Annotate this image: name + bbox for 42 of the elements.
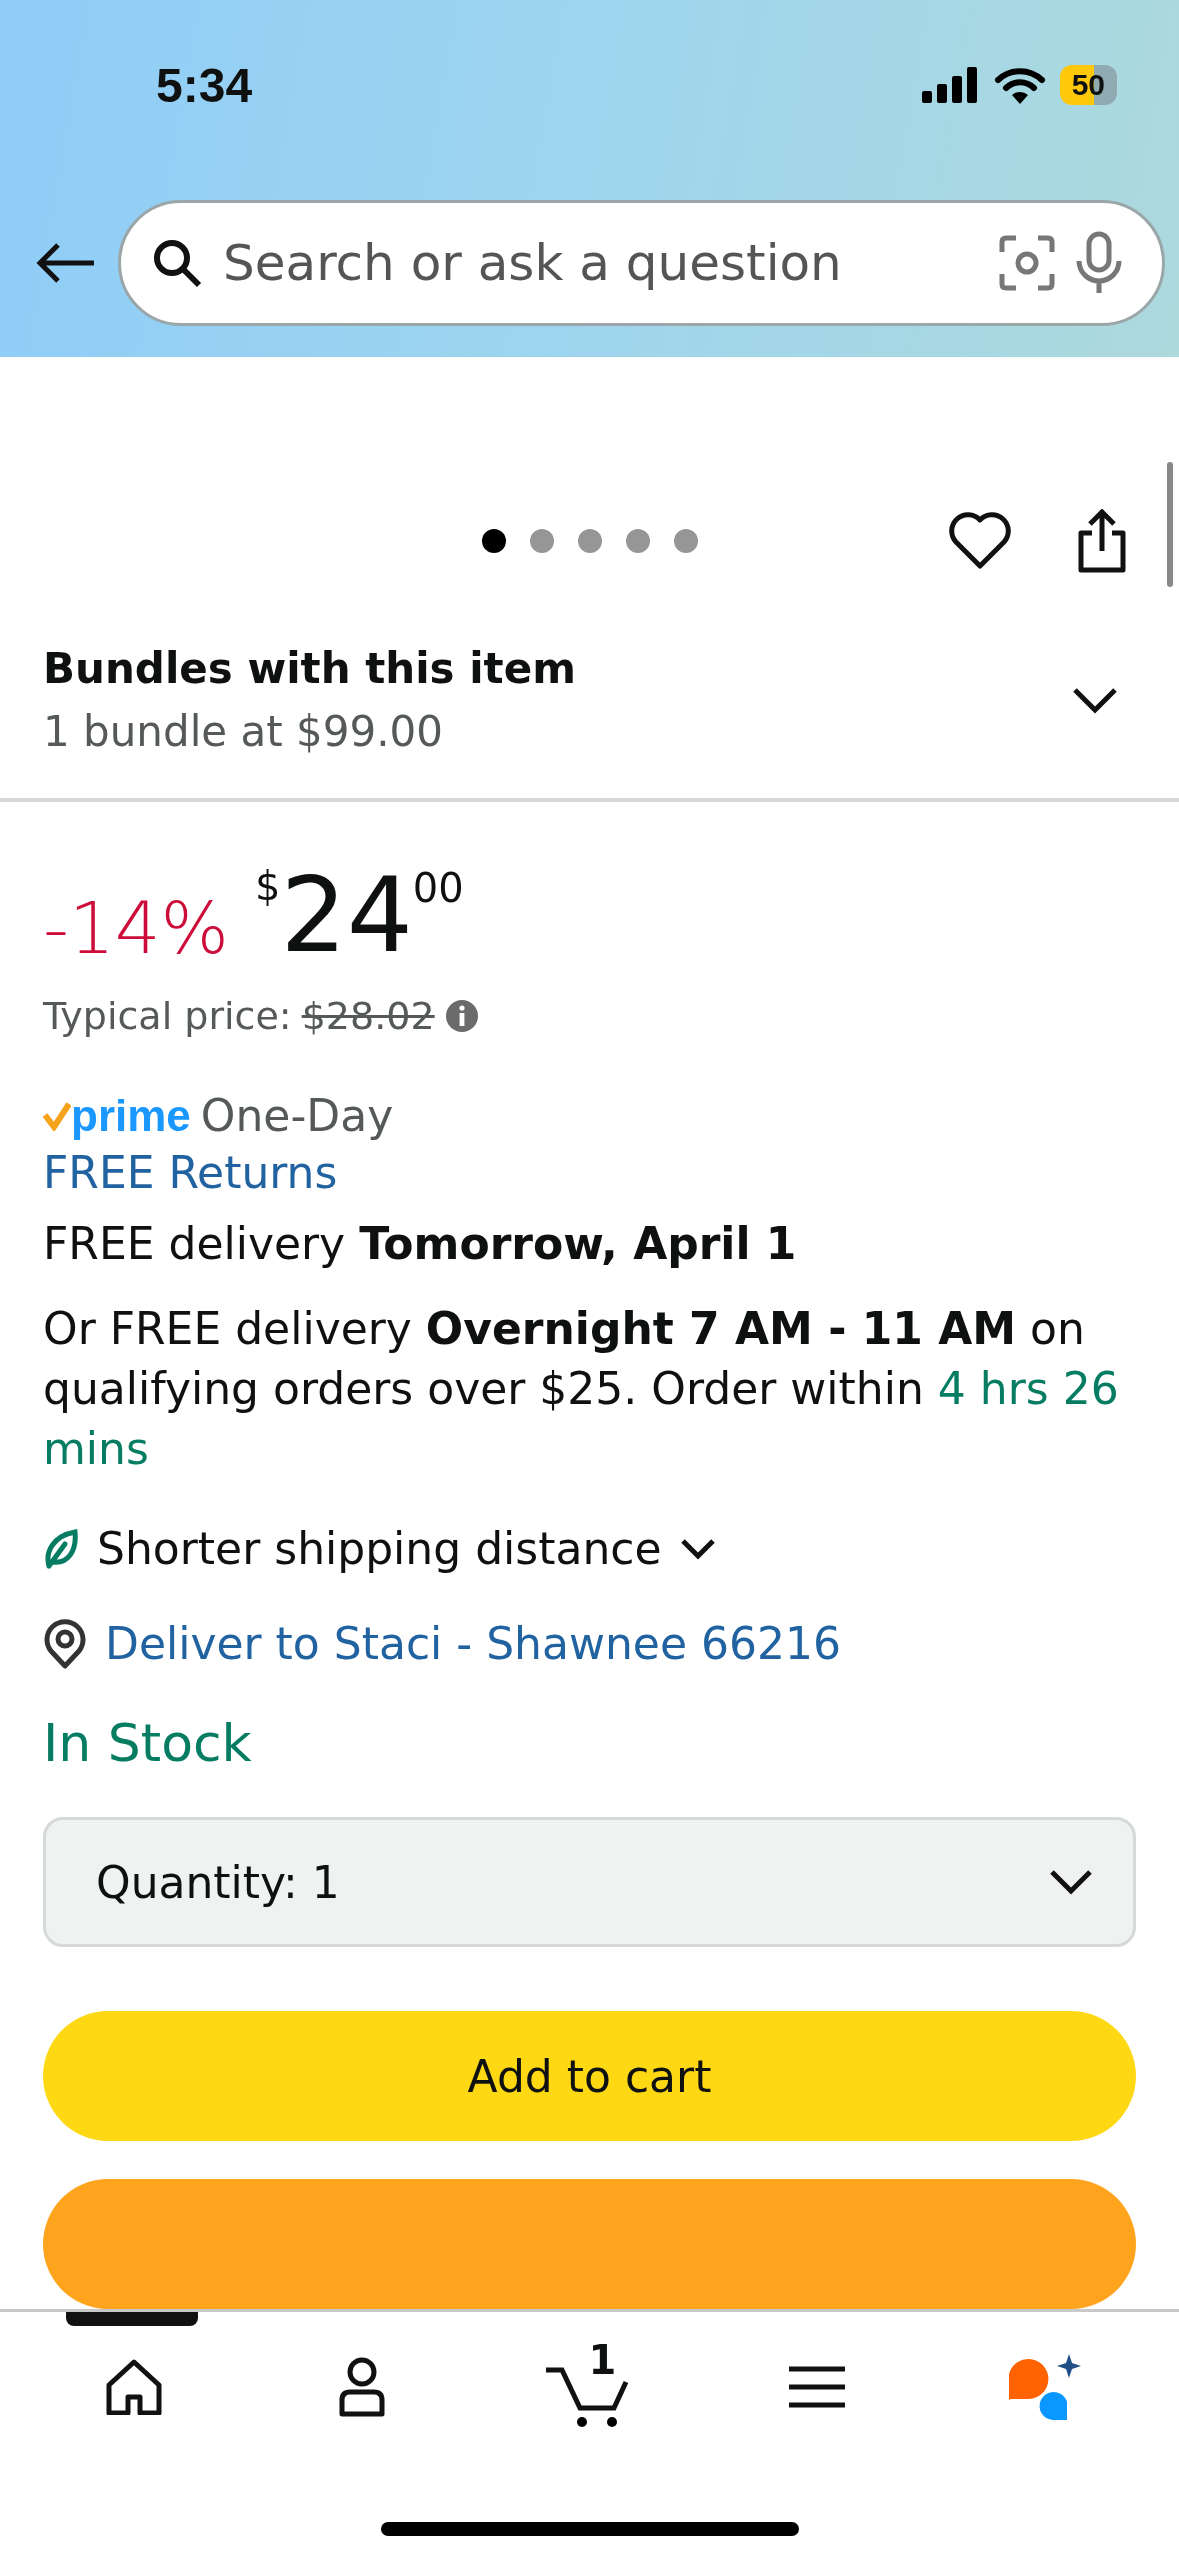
search-field[interactable]: Search or ask a question <box>221 233 980 293</box>
discount-percent: -14% <box>43 885 229 970</box>
cart-count: 1 <box>588 2340 617 2380</box>
status-time: 5:34 <box>156 57 253 113</box>
microphone-icon[interactable] <box>1074 231 1124 295</box>
delivery-option: Or FREE delivery Overnight 7 AM - 11 AM on qualifying orders over $25. Order within 4 hrs 26 mins <box>43 1299 1136 1479</box>
stock-status: In Stock <box>43 1713 252 1773</box>
quantity-dropdown[interactable]: Quantity: 1 <box>43 1817 1136 1947</box>
delivery-speed: One-Day <box>200 1090 394 1141</box>
delivery-date: FREE delivery Tomorrow, April 1 <box>43 1218 797 1269</box>
carousel-dot[interactable] <box>482 529 506 553</box>
bundles-summary: 1 bundle at $99.00 <box>43 706 444 756</box>
location-pin-icon <box>43 1618 87 1669</box>
typical-price: $28.02 <box>301 994 435 1038</box>
chevron-icon <box>1049 1868 1093 1896</box>
add-to-cart-button[interactable]: Add to cart <box>43 2011 1136 2141</box>
leaf-icon <box>43 1527 79 1570</box>
carousel-dot[interactable] <box>674 529 698 553</box>
home-icon[interactable] <box>104 2359 163 2415</box>
info-icon[interactable] <box>444 999 479 1033</box>
prime-logo: prime <box>71 1090 191 1141</box>
heart-icon[interactable] <box>948 512 1012 570</box>
typical-price-label: Typical price: <box>43 994 292 1038</box>
share-icon[interactable] <box>1076 509 1128 573</box>
deliver-to-link[interactable]: Deliver to Staci - Shawnee 66216 <box>105 1618 841 1669</box>
back-arrow-icon[interactable] <box>36 241 96 285</box>
carousel-dot[interactable] <box>578 529 602 553</box>
signal-icon <box>921 67 980 103</box>
camera-icon[interactable] <box>998 234 1056 292</box>
checkmark-icon <box>43 1100 71 1131</box>
chevron-icon[interactable] <box>679 1536 716 1561</box>
carousel-dot[interactable] <box>626 529 650 553</box>
bundles-title: Bundles with this item <box>43 643 576 693</box>
wifi-icon <box>993 66 1046 104</box>
search-icon <box>151 237 203 289</box>
cart-tab[interactable]: 1 <box>544 2340 635 2434</box>
returns-link[interactable]: FREE Returns <box>43 1147 338 1198</box>
menu-icon[interactable] <box>789 2365 846 2409</box>
search-bar[interactable]: Search or ask a question <box>118 200 1165 326</box>
shipping-note[interactable]: Shorter shipping distance <box>97 1523 662 1574</box>
price: $^{$}$24$^{00}$ <box>255 857 464 972</box>
carousel-dot[interactable] <box>530 529 554 553</box>
